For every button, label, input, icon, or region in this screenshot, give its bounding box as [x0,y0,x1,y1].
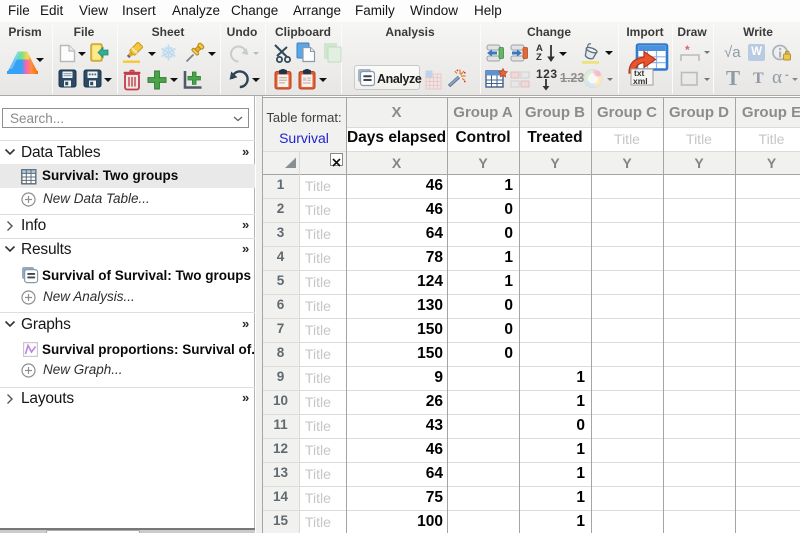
svg-text:xml: xml [633,76,648,86]
svg-text:*: * [685,45,690,57]
